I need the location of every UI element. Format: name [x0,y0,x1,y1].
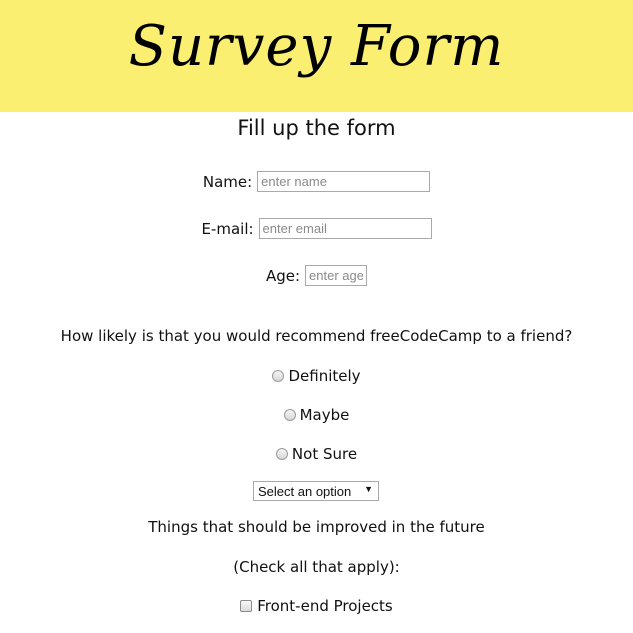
dropdown-arrow-icon: ▼ [364,484,373,494]
checkbox[interactable] [240,600,253,612]
checkbox-label: Front-end Projects [257,597,393,615]
radio-label: Definitely [288,367,361,385]
radio-option-not-sure[interactable]: Not Sure [0,445,633,463]
radio-option-maybe[interactable]: Maybe [0,406,633,424]
radio-option-definitely[interactable]: Definitely [0,367,633,385]
email-row: E-mail: [0,218,633,239]
email-label: E-mail: [201,219,254,238]
name-row: Name: [0,171,633,192]
radio-button[interactable] [283,409,296,421]
name-label: Name: [202,172,253,191]
radio-label: Not Sure [291,445,358,463]
page-title: Survey Form [128,14,505,79]
checkbox-option-front-end[interactable]: Front-end Projects [0,597,633,615]
option-select[interactable]: Select an option ▼ [253,481,379,501]
improvements-subheading: (Check all that apply): [233,558,400,576]
radio-button[interactable] [275,448,288,460]
improvements-heading: Things that should be improved in the fu… [148,518,485,536]
radio-button[interactable] [272,370,285,382]
header-banner: Survey Form [0,0,633,112]
age-label: Age: [265,266,301,285]
name-input[interactable] [257,171,431,192]
age-row: Age: [0,265,633,286]
age-input[interactable] [305,265,368,286]
form-subtitle: Fill up the form [237,116,396,140]
recommend-question: How likely is that you would recommend f… [60,327,573,345]
radio-label: Maybe [299,406,350,424]
email-input[interactable] [258,218,432,239]
select-value: Select an option [258,483,352,499]
